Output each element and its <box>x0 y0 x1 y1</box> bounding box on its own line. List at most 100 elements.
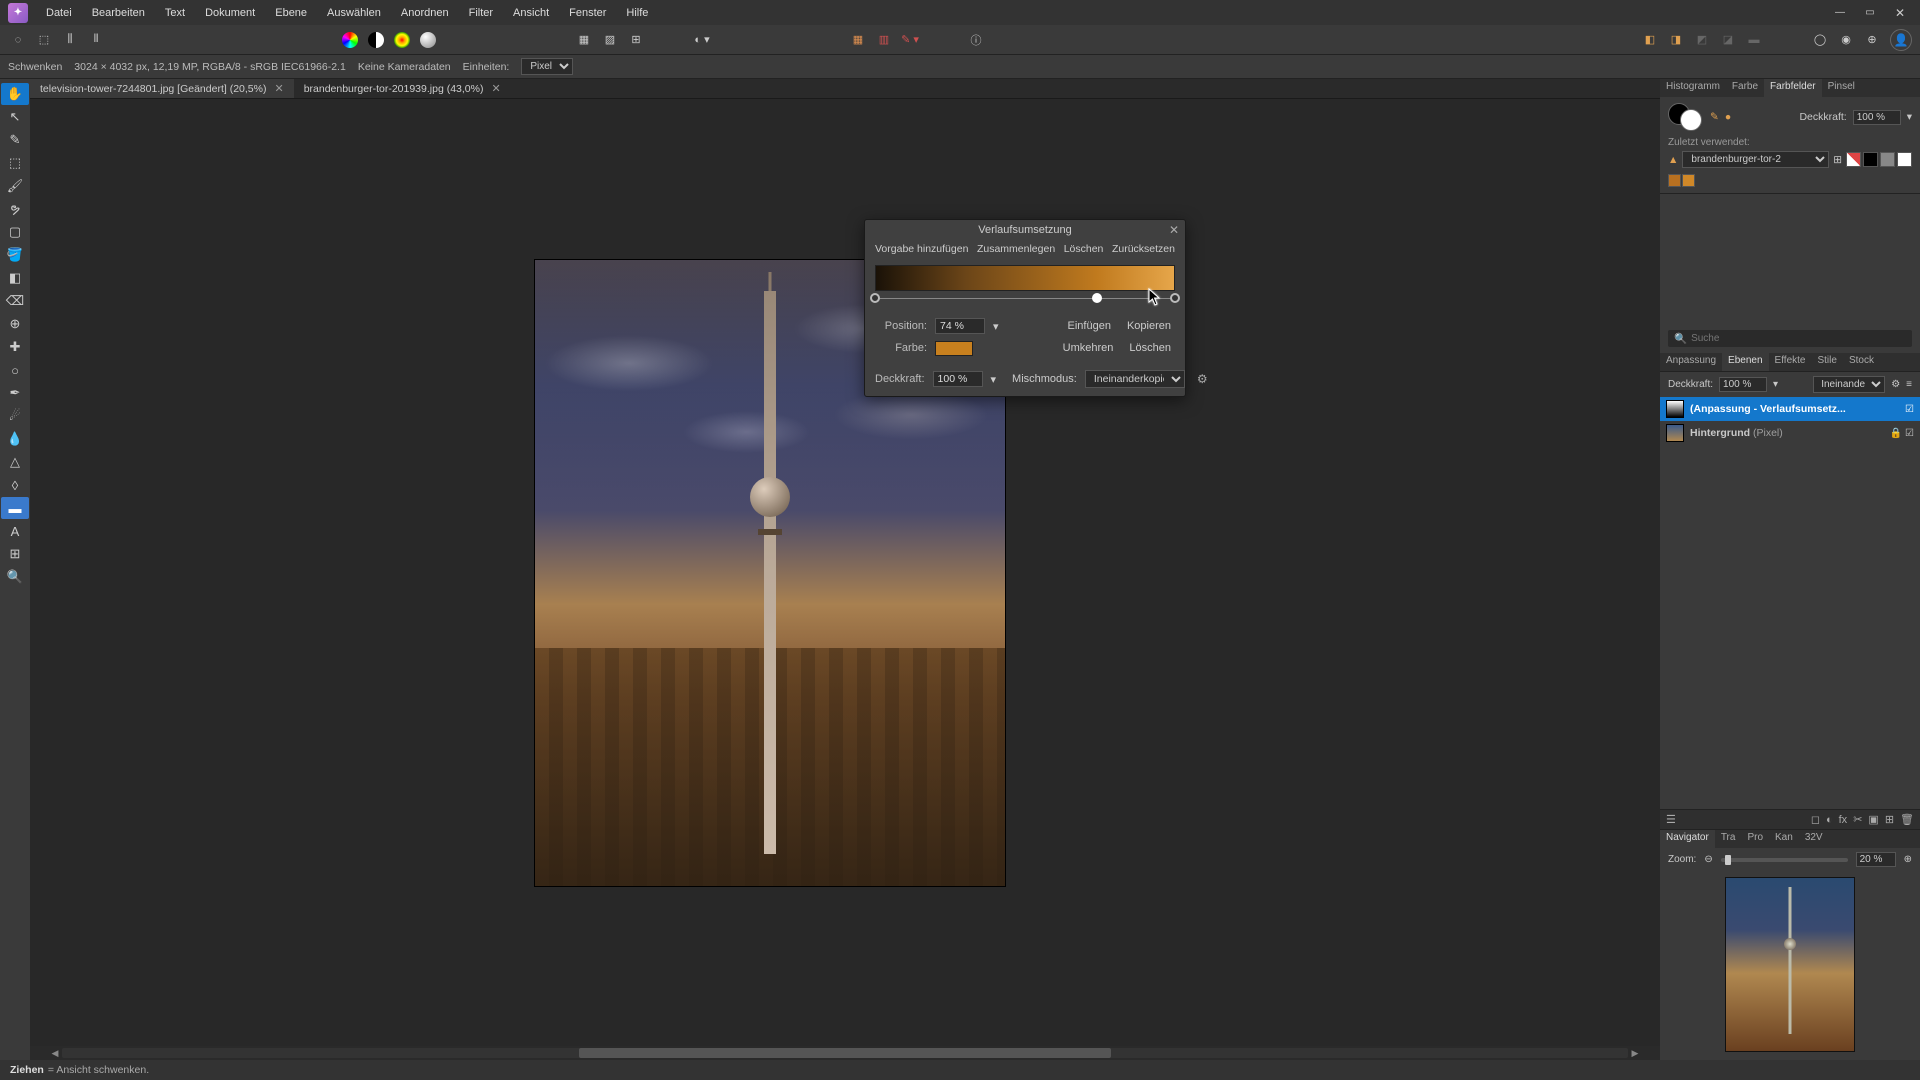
panel-tab-ebenen[interactable]: Ebenen <box>1722 353 1768 371</box>
menu-datei[interactable]: Datei <box>38 3 80 23</box>
dropdown-icon[interactable]: ▾ <box>1907 111 1912 123</box>
palette-select[interactable]: brandenburger-tor-2 <box>1682 151 1829 168</box>
tab-close-icon[interactable]: ✕ <box>274 82 283 95</box>
crop-tool[interactable]: ⬚ <box>1 152 29 174</box>
horizontal-scrollbar[interactable]: ◀ ▶ <box>30 1046 1660 1060</box>
swatch-white[interactable] <box>1897 152 1912 167</box>
panel-tab-tra[interactable]: Tra <box>1715 830 1742 848</box>
move-tool[interactable]: ↖ <box>1 106 29 128</box>
units-select[interactable]: Pixel <box>521 58 573 75</box>
add-preset-link[interactable]: Vorgabe hinzufügen <box>875 243 968 255</box>
panel-tab-effekte[interactable]: Effekte <box>1769 353 1812 371</box>
gradient-map-dialog[interactable]: Verlaufsumsetzung ✕ Vorgabe hinzufügen Z… <box>864 219 1186 397</box>
layer-row[interactable]: Hintergrund (Pixel)🔒☑ <box>1660 421 1920 445</box>
persona-liquify-icon[interactable]: ⬚ <box>34 30 54 50</box>
menu-anordnen[interactable]: Anordnen <box>393 3 457 23</box>
close-window-button[interactable]: ✕ <box>1888 3 1912 23</box>
invert-button[interactable]: Umkehren <box>1059 340 1118 356</box>
menu-dokument[interactable]: Dokument <box>197 3 263 23</box>
panel-tab-farbe[interactable]: Farbe <box>1726 79 1764 97</box>
position-field[interactable] <box>935 318 985 334</box>
panel-tab-anpassung[interactable]: Anpassung <box>1660 353 1722 371</box>
brush-tool[interactable]: 🖌 <box>1 175 29 197</box>
layer-opacity-field[interactable] <box>1719 377 1767 392</box>
tab-close-icon[interactable]: ✕ <box>491 82 500 95</box>
crop-layer-icon[interactable]: ✂ <box>1853 813 1862 826</box>
blend-mode-select[interactable]: Ineinanderko <box>1813 376 1885 393</box>
smudge-tool[interactable]: ☄ <box>1 405 29 427</box>
text-tool[interactable]: A <box>1 520 29 542</box>
add-swatch-icon[interactable]: ● <box>1725 111 1731 123</box>
scroll-left-icon[interactable]: ◀ <box>48 1048 62 1059</box>
search-bar[interactable]: 🔍 <box>1668 330 1912 347</box>
menu-ansicht[interactable]: Ansicht <box>505 3 557 23</box>
canvas-viewport[interactable] <box>30 99 1660 1046</box>
copy-button[interactable]: Kopieren <box>1123 318 1175 334</box>
persona-export-icon[interactable]: ⫴ <box>86 30 106 50</box>
minimize-button[interactable]: — <box>1828 3 1852 23</box>
snap1-icon[interactable]: ◯ <box>1810 30 1830 50</box>
panel-tab-stile[interactable]: Stile <box>1811 353 1842 371</box>
persona-photo-icon[interactable]: ◌ <box>8 30 28 50</box>
panel-tab-farbfelder[interactable]: Farbfelder <box>1764 79 1822 97</box>
swatch-black[interactable] <box>1863 152 1878 167</box>
panel-tab-navigator[interactable]: Navigator <box>1660 830 1715 848</box>
menu-hilfe[interactable]: Hilfe <box>618 3 656 23</box>
layer-row[interactable]: (Anpassung - Verlaufsumsetz...☑ <box>1660 397 1920 421</box>
menu-icon[interactable]: ≡ <box>1906 379 1912 390</box>
blur-tool[interactable]: 💧 <box>1 428 29 450</box>
group-icon[interactable]: ▣ <box>1868 813 1878 826</box>
zoom-out-icon[interactable]: ⊖ <box>1704 854 1712 865</box>
gradient-stop-0[interactable] <box>870 293 880 303</box>
panel-tab-32v[interactable]: 32V <box>1799 830 1829 848</box>
hscroll-thumb[interactable] <box>579 1048 1111 1058</box>
insert-button[interactable]: Einfügen <box>1064 318 1115 334</box>
visibility-checkbox[interactable]: ☑ <box>1905 428 1914 439</box>
panel-tab-stock[interactable]: Stock <box>1843 353 1880 371</box>
panel-tab-kan[interactable]: Kan <box>1769 830 1799 848</box>
menu-fenster[interactable]: Fenster <box>561 3 614 23</box>
fx-icon[interactable]: fx <box>1839 814 1848 826</box>
flood-tool[interactable]: 🪣 <box>1 244 29 266</box>
sponge-tool[interactable]: ◊ <box>1 474 29 496</box>
delete-link[interactable]: Löschen <box>1064 243 1104 255</box>
arrange2-icon[interactable]: ◨ <box>1666 30 1686 50</box>
document-tab[interactable]: television-tower-7244801.jpg [Geändert] … <box>30 79 294 98</box>
swatch-grey[interactable] <box>1880 152 1895 167</box>
gradient-stop-1[interactable] <box>1092 293 1102 303</box>
sphere-icon[interactable] <box>418 30 438 50</box>
selection2-icon[interactable]: ▨ <box>600 30 620 50</box>
document-tab[interactable]: brandenburger-tor-201939.jpg (43,0%)✕ <box>294 79 511 98</box>
panel-tab-pro[interactable]: Pro <box>1741 830 1769 848</box>
color-swatch[interactable] <box>935 341 973 356</box>
dlg-opacity-field[interactable] <box>933 371 983 387</box>
zoom-field[interactable] <box>1856 852 1896 867</box>
color-picker-tool[interactable]: ✎ <box>1 129 29 151</box>
rainbow-icon[interactable] <box>392 30 412 50</box>
color-chips[interactable] <box>1668 103 1704 131</box>
mask-icon[interactable]: ◻ <box>1811 813 1820 826</box>
arrange1-icon[interactable]: ◧ <box>1640 30 1660 50</box>
sharpen-tool[interactable]: △ <box>1 451 29 473</box>
selection3-icon[interactable]: ⊞ <box>626 30 646 50</box>
persona-develop-icon[interactable]: ⫼ <box>60 30 80 50</box>
menu-ebene[interactable]: Ebene <box>267 3 315 23</box>
add-layer-icon[interactable]: ⊞ <box>1885 813 1894 826</box>
eyedropper-icon[interactable]: ✎ <box>1710 111 1719 123</box>
mesh-tool[interactable]: ⊞ <box>1 543 29 565</box>
gear-icon[interactable]: ⚙ <box>1891 379 1900 390</box>
adjust-icon[interactable]: ◐ <box>1826 814 1833 826</box>
grid-icon[interactable]: ▦ <box>848 30 868 50</box>
quickmask-icon[interactable]: ◐ ▾ <box>692 30 712 50</box>
account-icon[interactable]: 👤 <box>1890 29 1912 51</box>
gradient-stops[interactable] <box>875 293 1175 305</box>
pan-tool[interactable]: ✋ <box>1 83 29 105</box>
panel-tab-histogramm[interactable]: Histogramm <box>1660 79 1726 97</box>
lock-icon[interactable]: 🔒 <box>1890 428 1902 439</box>
snap2-icon[interactable]: ◉ <box>1836 30 1856 50</box>
selection-icon[interactable]: ▦ <box>574 30 594 50</box>
delete-stop-button[interactable]: Löschen <box>1125 340 1175 356</box>
gradient-preview[interactable] <box>875 265 1175 291</box>
dlg-gear-icon[interactable]: ⚙ <box>1197 372 1208 386</box>
brush2-tool[interactable]: ຯ <box>1 198 29 220</box>
